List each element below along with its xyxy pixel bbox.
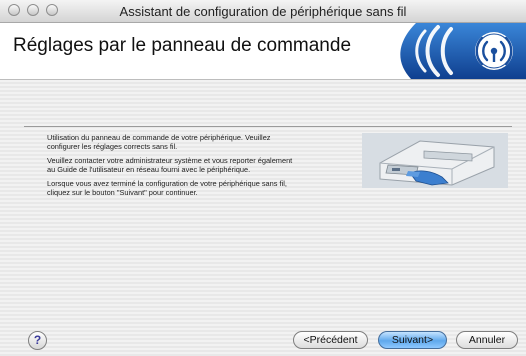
wireless-signal-icon — [356, 23, 526, 79]
printer-control-panel-image — [362, 133, 508, 188]
instruction-paragraph-1: Utilisation du panneau de commande de vo… — [47, 133, 271, 151]
page-title: Réglages par le panneau de commande — [13, 35, 352, 56]
previous-button[interactable]: <Précédent — [293, 331, 368, 349]
instruction-text: Utilisation du panneau de commande de vo… — [47, 133, 297, 204]
wizard-window: Assistant de configuration de périphériq… — [0, 0, 526, 356]
title-bar[interactable]: Assistant de configuration de périphériq… — [0, 0, 526, 23]
separator-line — [24, 126, 512, 127]
instruction-paragraph-3: Lorsque vous avez terminé la configurati… — [47, 179, 287, 197]
instruction-paragraph-2: Veuillez contacter votre administrateur … — [47, 156, 293, 174]
window-title: Assistant de configuration de périphériq… — [119, 4, 407, 19]
next-button[interactable]: Suivant> — [378, 331, 447, 349]
help-button[interactable]: ? — [28, 331, 47, 350]
header-band: Réglages par le panneau de commande — [0, 23, 526, 80]
content-area: Utilisation du panneau de commande de vo… — [0, 80, 526, 356]
cancel-button[interactable]: Annuler — [456, 331, 518, 349]
